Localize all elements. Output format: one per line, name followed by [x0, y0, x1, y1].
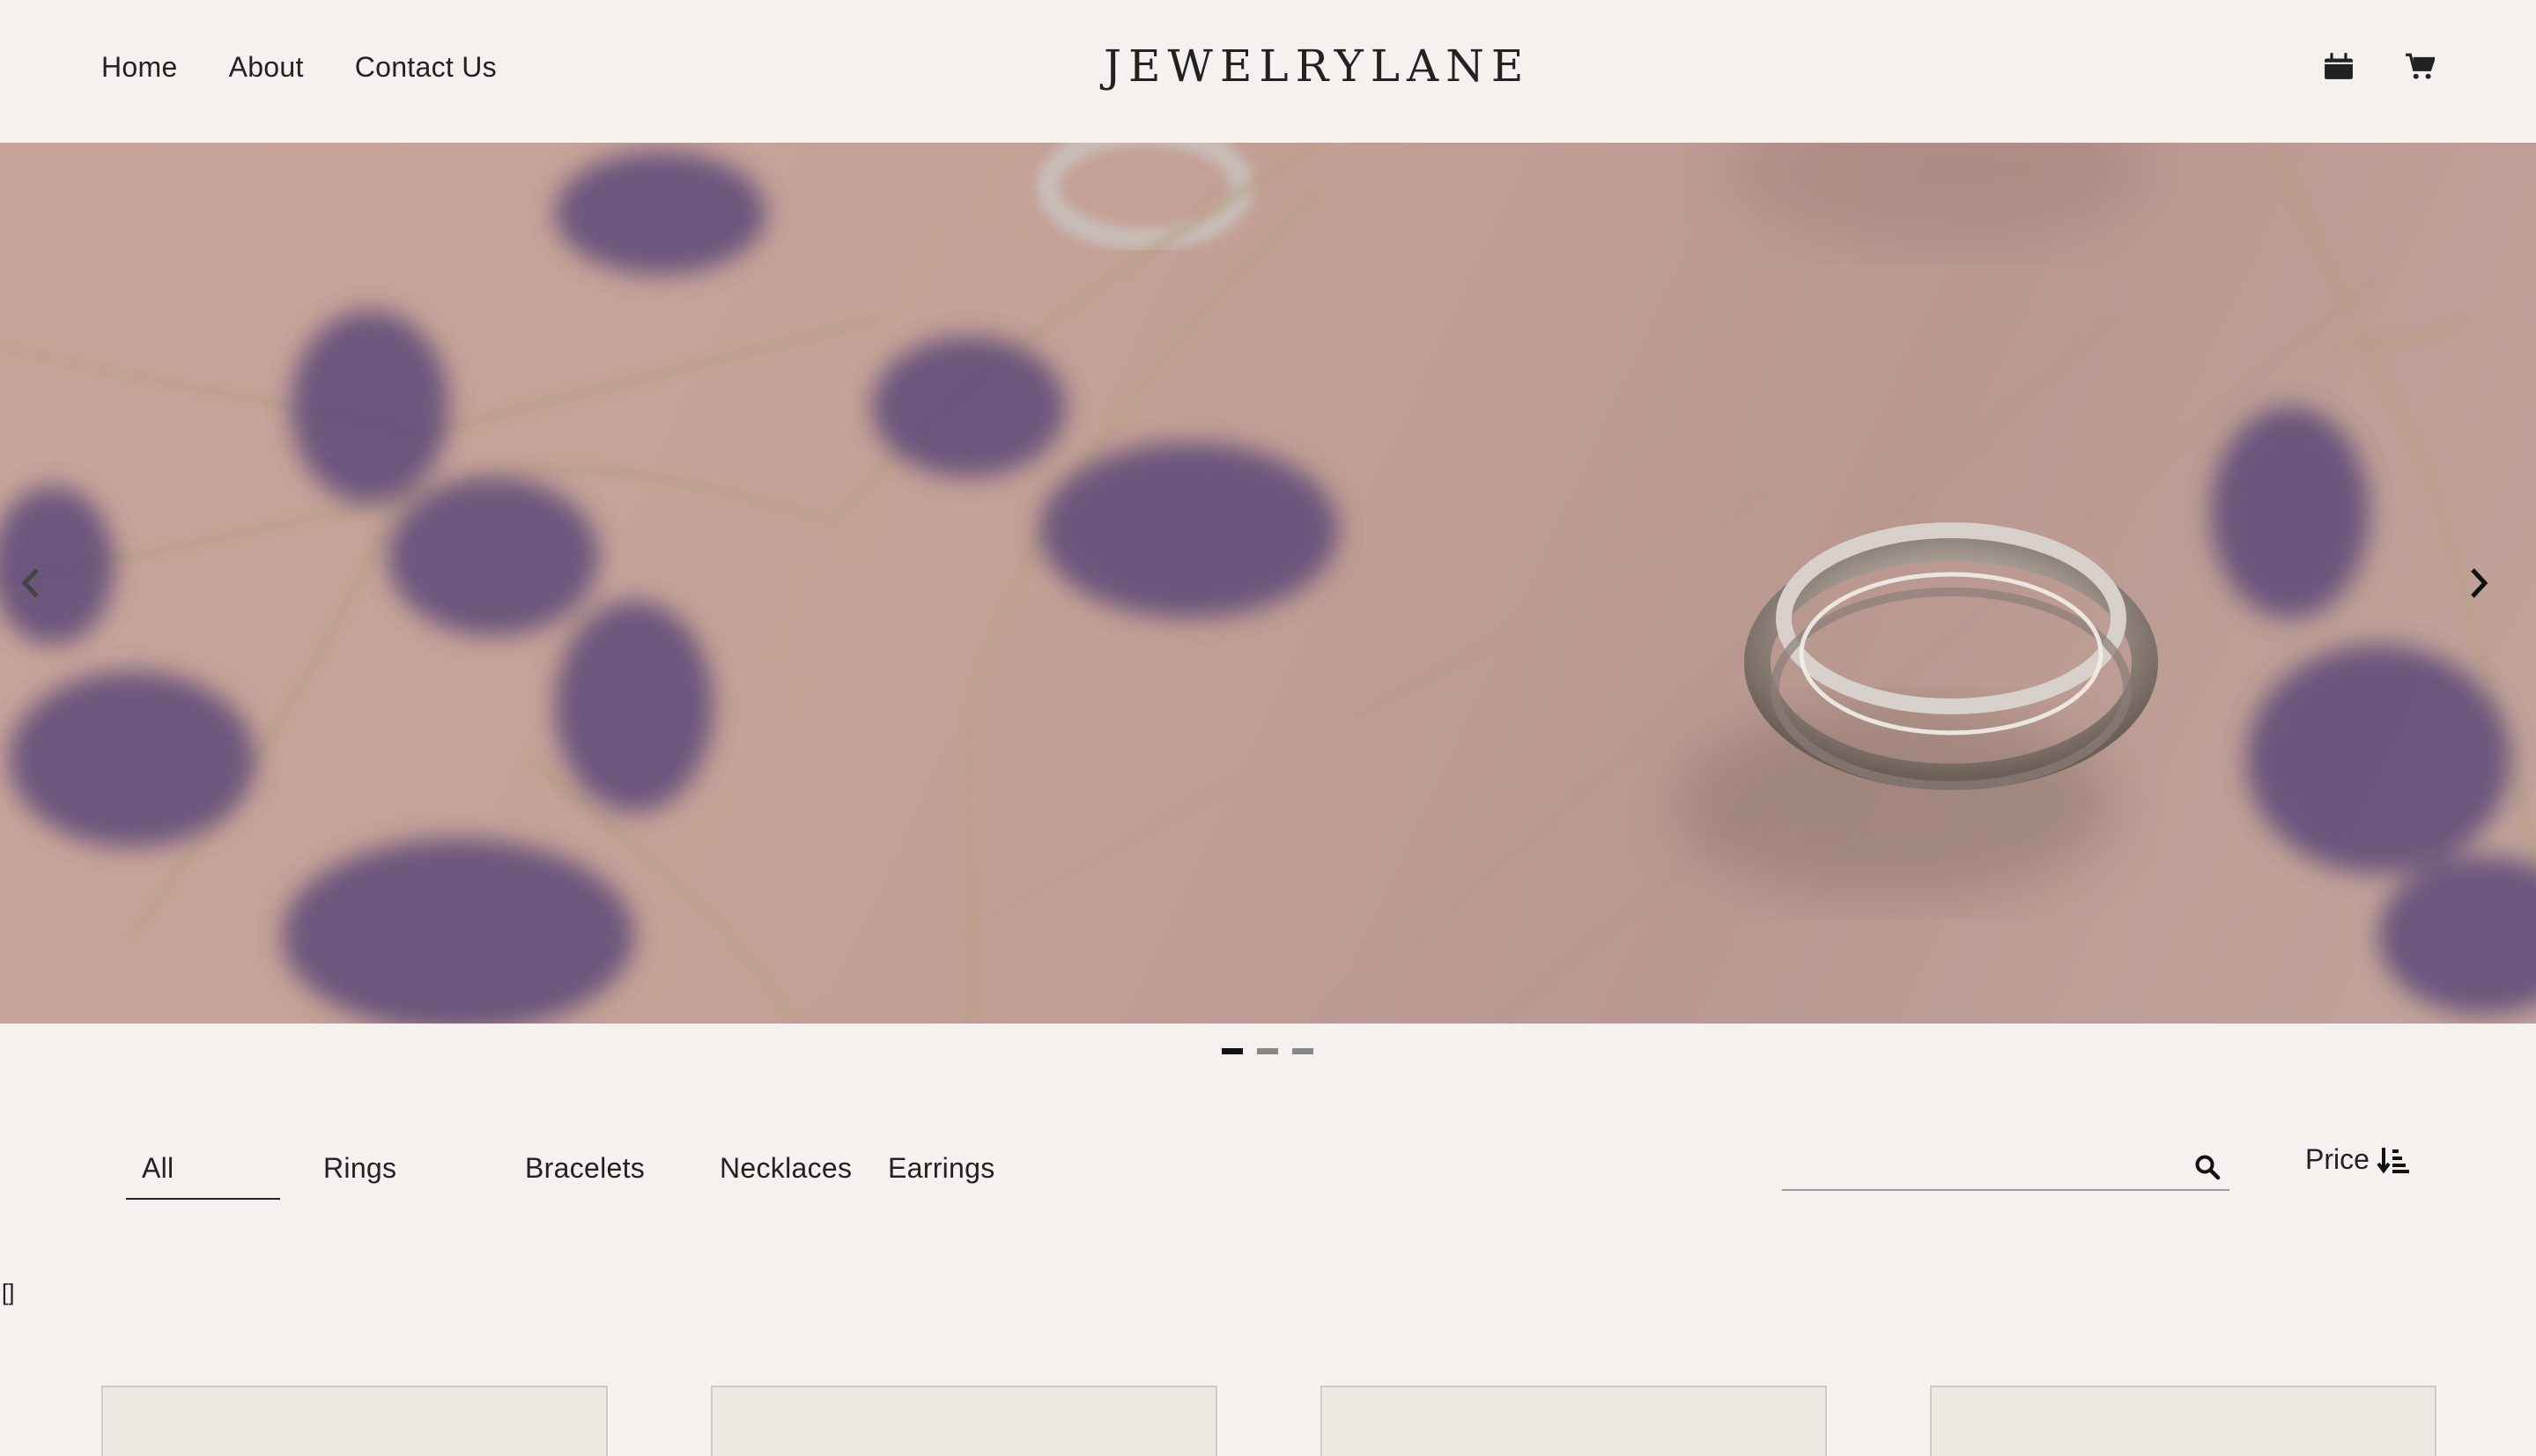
- carousel-indicators: [1222, 1048, 1313, 1054]
- carousel-indicator-1[interactable]: [1222, 1048, 1243, 1054]
- category-tabs: All Rings Bracelets Necklaces Earrings: [126, 1145, 1064, 1200]
- chevron-left-icon: [21, 568, 39, 598]
- cart-icon[interactable]: [2405, 51, 2435, 81]
- main-nav: Home About Contact Us: [101, 51, 497, 84]
- results-output: []: [2, 1279, 15, 1305]
- calendar-icon[interactable]: [2324, 51, 2354, 81]
- tab-all[interactable]: All: [126, 1145, 280, 1200]
- tab-rings[interactable]: Rings: [280, 1145, 483, 1200]
- search-icon[interactable]: [2194, 1154, 2221, 1180]
- product-grid: [101, 1386, 2436, 1456]
- product-card[interactable]: [711, 1386, 1217, 1456]
- product-card[interactable]: [101, 1386, 608, 1456]
- nav-home[interactable]: Home: [101, 51, 178, 84]
- search-input[interactable]: [1782, 1145, 2170, 1187]
- carousel-indicator-3[interactable]: [1292, 1048, 1313, 1054]
- nav-about[interactable]: About: [229, 51, 304, 84]
- sort-price-button[interactable]: Price: [2305, 1143, 2410, 1176]
- product-card[interactable]: [1930, 1386, 2436, 1456]
- hero-image: [0, 143, 2536, 1024]
- site-header: Home About Contact Us JEWELRYLANE: [0, 0, 2536, 143]
- sort-label: Price: [2305, 1143, 2370, 1175]
- site-logo[interactable]: JEWELRYLANE: [1104, 41, 1530, 92]
- carousel-prev-button[interactable]: [18, 565, 70, 618]
- header-icons: [2324, 51, 2435, 81]
- product-card[interactable]: [1320, 1386, 1827, 1456]
- tab-earrings[interactable]: Earrings: [888, 1145, 1064, 1200]
- tab-bracelets[interactable]: Bracelets: [483, 1145, 685, 1200]
- hero-carousel: [0, 143, 2536, 1024]
- nav-contact[interactable]: Contact Us: [355, 51, 497, 84]
- chevron-right-icon: [2471, 568, 2488, 598]
- sort-descending-icon: [2377, 1147, 2409, 1173]
- carousel-indicator-2[interactable]: [1257, 1048, 1278, 1054]
- search-box: [1782, 1145, 2229, 1191]
- carousel-next-button[interactable]: [2466, 565, 2518, 618]
- tab-necklaces[interactable]: Necklaces: [685, 1145, 888, 1200]
